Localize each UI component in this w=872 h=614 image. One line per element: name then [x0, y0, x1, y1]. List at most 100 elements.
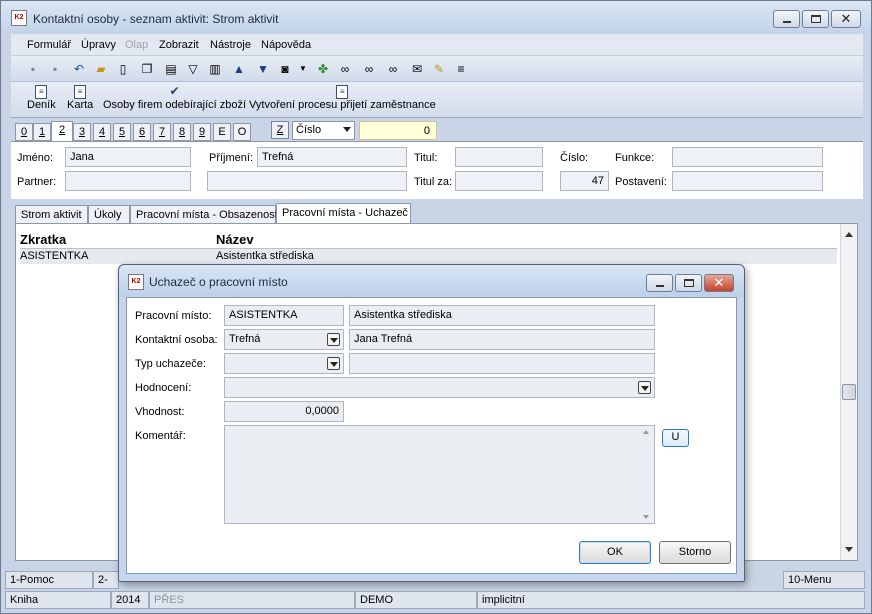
pracovni-misto-code-field[interactable]: ASISTENTKA [224, 305, 344, 326]
chevron-down-icon [343, 127, 351, 132]
page-tab-3[interactable]: 3 [73, 123, 91, 141]
save-as-icon[interactable]: ▪ [47, 61, 63, 77]
postaveni-field[interactable] [672, 171, 823, 191]
menu-formular[interactable]: Formulář [27, 39, 71, 51]
undo-icon[interactable]: ↶ [71, 61, 87, 77]
arrow-down-icon[interactable]: ▼ [255, 61, 271, 77]
page-tab-1[interactable]: 1 [33, 123, 51, 141]
scroll-thumb[interactable] [842, 384, 856, 400]
kontakt-select[interactable]: Trefná [224, 329, 344, 350]
dialog-minimize-button[interactable] [646, 274, 673, 292]
table-row[interactable]: ASISTENTKA Asistentka střediska [20, 249, 837, 264]
page-tab-6[interactable]: 6 [133, 123, 151, 141]
close-icon: ✕ [713, 275, 725, 290]
sort-select-value: Číslo [296, 124, 322, 136]
minimize-button[interactable] [773, 10, 800, 28]
scroll-up-icon[interactable] [845, 232, 853, 237]
chevron-down-icon[interactable]: ▼ [295, 61, 311, 77]
sort-select[interactable]: Číslo [292, 121, 355, 140]
cislo-label: Číslo: [560, 152, 589, 164]
komentar-scrollbar[interactable] [640, 426, 654, 523]
pracovni-misto-name-field[interactable]: Asistentka střediska [349, 305, 655, 326]
title-bar[interactable]: K2 Kontaktní osoby - seznam aktivit: Str… [1, 1, 871, 33]
vytvoreni-procesu-button[interactable]: ≡ Vytvoření procesu přijetí zaměstnance [249, 85, 436, 111]
tab-strom-aktivit[interactable]: Strom aktivit [15, 205, 88, 224]
note-edit-icon[interactable]: ✎ [431, 61, 447, 77]
prijmeni-field[interactable]: Trefná [257, 147, 407, 167]
titul-field[interactable] [455, 147, 543, 167]
close-button[interactable]: ✕ [831, 10, 861, 28]
chevron-down-icon[interactable] [327, 333, 340, 346]
page-tab-o[interactable]: O [233, 123, 251, 141]
tab-ukoly[interactable]: Úkoly [88, 205, 130, 224]
column-nazev[interactable]: Název [216, 232, 254, 247]
page-tab-8[interactable]: 8 [173, 123, 191, 141]
scroll-down-icon[interactable] [643, 515, 649, 519]
chevron-down-icon[interactable] [638, 381, 651, 394]
scroll-down-icon[interactable] [845, 547, 853, 552]
page-tab-5[interactable]: 5 [113, 123, 131, 141]
binoculars-icon[interactable]: ∞ [337, 61, 353, 77]
menu-nastroje[interactable]: Nástroje [210, 39, 251, 51]
menu-napoveda[interactable]: Nápověda [261, 39, 311, 51]
page-tab-e[interactable]: E [213, 123, 231, 141]
page-tab-2[interactable]: 2 [51, 121, 73, 142]
status-menu[interactable]: 10-Menu [783, 571, 865, 589]
z-button[interactable]: Z [271, 121, 289, 139]
jmeno-field[interactable]: Jana [65, 147, 191, 167]
dialog-close-button[interactable]: ✕ [704, 274, 734, 292]
menu-zobrazit[interactable]: Zobrazit [159, 39, 199, 51]
cislo-field[interactable]: 47 [560, 171, 609, 191]
mail-icon[interactable]: ✉ [409, 61, 425, 77]
book-icon[interactable]: ▤ [163, 61, 179, 77]
page-tab-0[interactable]: 0 [15, 123, 33, 141]
tab-pracovni-mista-uchazec[interactable]: Pracovní místa - Uchazeč [276, 203, 411, 225]
tab-pracovni-mista-obsazenost[interactable]: Pracovní místa - Obsazenost [130, 205, 278, 224]
osoby-firem-button[interactable]: ✔ Osoby firem odebírající zboží [103, 85, 246, 111]
komentar-textarea[interactable] [224, 425, 655, 524]
open-folder-icon[interactable]: ▰ [93, 61, 109, 77]
filter-icon[interactable]: ▽ [185, 61, 201, 77]
karta-button[interactable]: ≡ Karta [67, 85, 93, 111]
binoculars-next-icon[interactable]: ∞ [361, 61, 377, 77]
grid-scrollbar[interactable] [840, 224, 857, 560]
maximize-button[interactable] [802, 10, 829, 28]
maximize-icon [684, 279, 694, 287]
denik-button[interactable]: ≡ Deník [27, 85, 56, 111]
kontakt-name-field[interactable]: Jana Trefná [349, 329, 655, 350]
vhodnost-field[interactable]: 0,0000 [224, 401, 344, 422]
menu-lines-icon[interactable]: ≡ [453, 61, 469, 77]
chevron-down-icon[interactable] [327, 357, 340, 370]
funkce-field[interactable] [672, 147, 823, 167]
storno-button[interactable]: Storno [659, 541, 731, 564]
u-button[interactable]: U [662, 429, 689, 447]
typ-uchazece-select[interactable] [224, 353, 344, 374]
dialog-title-bar[interactable]: K2 Uchazeč o pracovní místo ✕ [119, 265, 744, 297]
arrow-up-icon[interactable]: ▲ [231, 61, 247, 77]
column-zkratka[interactable]: Zkratka [20, 232, 66, 247]
menu-upravy[interactable]: Úpravy [81, 39, 116, 51]
page-tab-4[interactable]: 4 [93, 123, 111, 141]
status-f2[interactable]: 2- [93, 571, 119, 589]
partner-field[interactable] [65, 171, 191, 191]
typ-uchazece-name-field[interactable] [349, 353, 655, 374]
toolbar-main: ▪ ▪ ↶ ▰ ▯ ❐ ▤ ▽ ▥ ▲ ▼ ◙ ▼ ✤ ∞ ∞ ∞ ✉ ✎ ≡ [11, 56, 863, 82]
camera-icon[interactable]: ◙ [277, 61, 293, 77]
titul-za-field[interactable] [455, 171, 543, 191]
copy-icon[interactable]: ❐ [139, 61, 155, 77]
tree-icon[interactable]: ✤ [315, 61, 331, 77]
filter-doc-icon[interactable]: ▥ [207, 61, 223, 77]
ok-button[interactable]: OK [579, 541, 651, 564]
page-tab-9[interactable]: 9 [193, 123, 211, 141]
dialog-maximize-button[interactable] [675, 274, 702, 292]
new-document-icon[interactable]: ▯ [115, 61, 131, 77]
partner-name-field[interactable] [207, 171, 407, 191]
save-icon[interactable]: ▪ [25, 61, 41, 77]
binoculars-filter-icon[interactable]: ∞ [385, 61, 401, 77]
sort-value-input[interactable]: 0 [359, 121, 437, 140]
scroll-up-icon[interactable] [643, 430, 649, 434]
person-check-icon: ✔ [169, 84, 180, 98]
status-help[interactable]: 1-Pomoc [5, 571, 93, 589]
hodnoceni-select[interactable] [224, 377, 655, 398]
page-tab-7[interactable]: 7 [153, 123, 171, 141]
